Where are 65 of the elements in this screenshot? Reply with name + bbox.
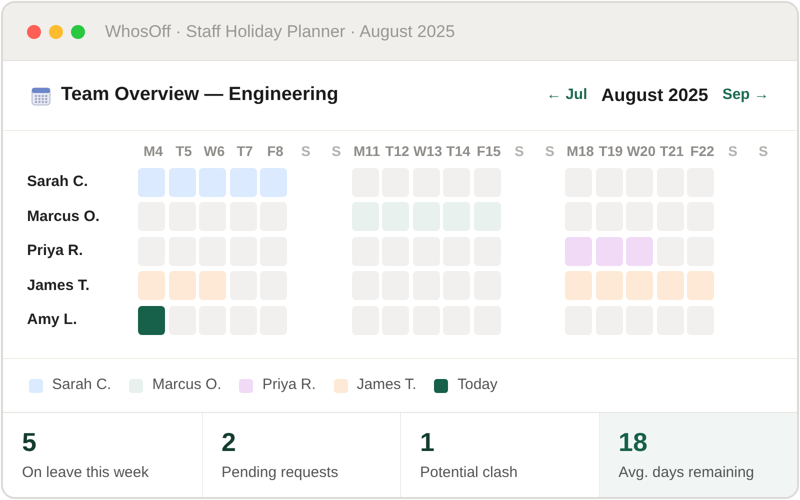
- employee-name: James T.: [27, 276, 91, 296]
- day-cell[interactable]: [596, 236, 622, 266]
- day-cell[interactable]: [687, 271, 714, 300]
- day-cell[interactable]: [138, 306, 165, 335]
- legend-label: James T.: [356, 375, 416, 396]
- day-heading: W6: [204, 142, 225, 160]
- day-cell[interactable]: [168, 271, 196, 300]
- legend-label: Priya R.: [262, 375, 316, 396]
- day-heading: M4: [144, 142, 163, 160]
- day-cell[interactable]: [138, 168, 165, 197]
- day-heading: T5: [176, 142, 192, 160]
- day-cell[interactable]: [565, 236, 592, 266]
- month-label: August 2025: [601, 84, 708, 107]
- day-heading: F22: [690, 142, 714, 160]
- day-cell[interactable]: [626, 236, 653, 266]
- day-heading: T21: [660, 142, 684, 160]
- day-cell[interactable]: [626, 271, 653, 300]
- minimize-icon[interactable]: [49, 24, 63, 38]
- day-heading: M11: [354, 142, 380, 160]
- day-heading: S: [301, 142, 310, 160]
- day-heading: W20: [626, 142, 656, 160]
- legend-label: Marcus O.: [152, 375, 222, 396]
- next-month-link[interactable]: Sep →: [722, 84, 769, 107]
- day-cell[interactable]: [199, 271, 226, 300]
- page-title: Team Overview — Engineering: [61, 83, 338, 108]
- day-cell[interactable]: [168, 168, 196, 197]
- stat-value: 2: [222, 426, 237, 458]
- day-heading: S: [545, 142, 554, 160]
- day-heading: S: [332, 142, 341, 160]
- employee-name: Priya R.: [27, 241, 84, 261]
- day-cell[interactable]: [199, 168, 226, 197]
- day-heading: M18: [566, 142, 594, 160]
- legend-label: Today: [457, 375, 498, 396]
- previous-month-link[interactable]: ← Jul: [546, 84, 588, 107]
- day-heading: S: [728, 142, 738, 160]
- day-cell[interactable]: [230, 168, 256, 197]
- day-heading: T7: [236, 142, 253, 160]
- stat-label: Avg. days remaining: [618, 462, 756, 483]
- day-heading: S: [758, 142, 768, 160]
- stat-label: Potential clash: [420, 462, 519, 483]
- legend-label: Sarah C.: [52, 375, 112, 396]
- day-cell[interactable]: [656, 271, 684, 300]
- day-heading: S: [514, 142, 524, 160]
- employee-name: Marcus O.: [27, 206, 101, 226]
- day-cell[interactable]: [138, 271, 165, 300]
- day-heading: T12: [385, 142, 410, 160]
- stat-value: 18: [618, 426, 648, 458]
- calendar-icon: [31, 86, 51, 106]
- day-heading: T14: [446, 142, 470, 160]
- stat-value: 5: [22, 426, 38, 458]
- day-cell[interactable]: [260, 168, 287, 197]
- window-title: WhosOff · Staff Holiday Planner · August 2025: [105, 20, 455, 43]
- stat-value: 1: [420, 426, 436, 458]
- maximize-icon[interactable]: [71, 24, 85, 38]
- day-heading: T19: [598, 142, 623, 160]
- day-cell[interactable]: [565, 271, 592, 300]
- day-heading: W13: [413, 142, 442, 160]
- stat-label: Pending requests: [222, 462, 340, 483]
- stat-label: On leave this week: [22, 462, 150, 483]
- employee-name: Sarah C.: [27, 172, 89, 192]
- employee-name: Amy L.: [27, 310, 78, 330]
- day-cell[interactable]: [596, 271, 622, 300]
- close-icon[interactable]: [27, 24, 41, 38]
- day-heading: F8: [267, 142, 284, 160]
- day-heading: F15: [476, 142, 501, 160]
